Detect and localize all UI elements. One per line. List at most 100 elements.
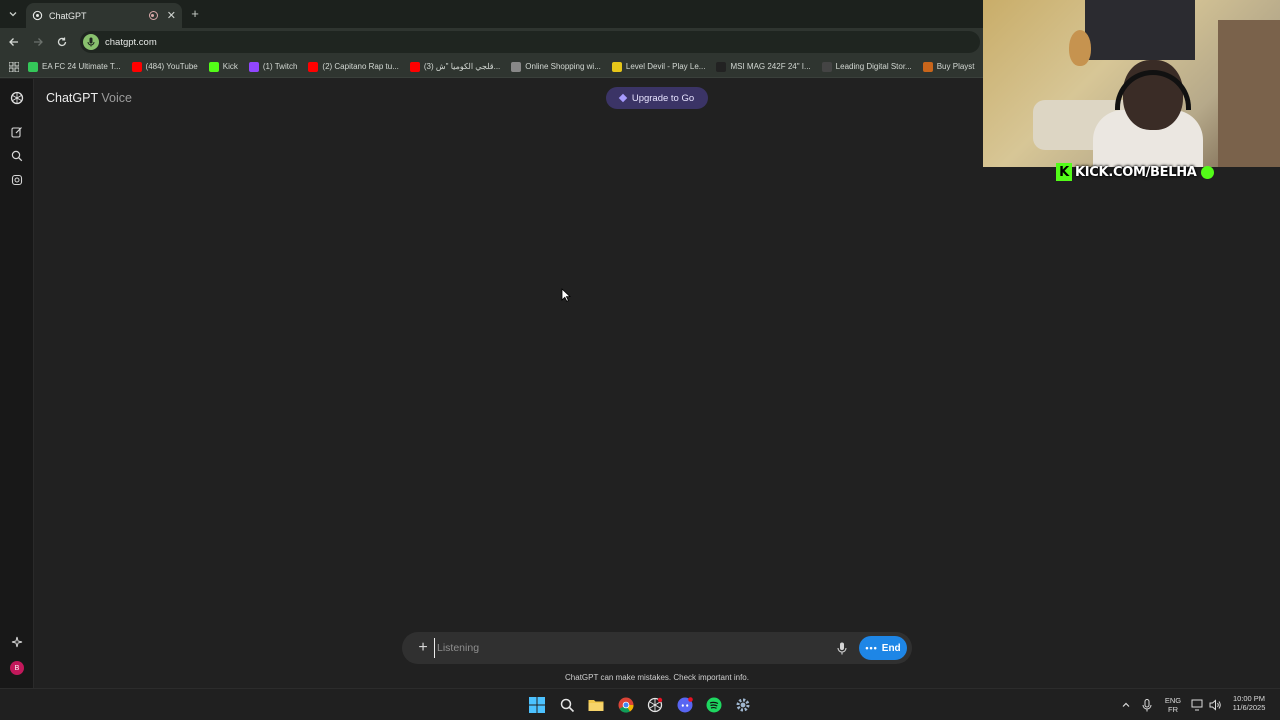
bookmark-item[interactable]: Level Devil - Play Le... [611,61,706,72]
composer: + ••• End [402,632,912,664]
tray-microphone-button[interactable] [1138,696,1156,714]
start-button[interactable] [528,696,546,714]
apps-button[interactable] [0,61,28,72]
microphone-icon [837,642,847,654]
shopping-bag-icon [922,61,933,72]
microphone-button[interactable] [834,640,850,656]
message-input[interactable] [434,638,814,658]
bookmark-item[interactable]: (1) Twitch [248,61,298,72]
webcam-door [1218,20,1280,167]
chrome-button[interactable] [617,696,635,714]
settings-button[interactable] [734,696,752,714]
keyboard-layout: FR [1168,705,1178,714]
chatgpt-app-button[interactable] [646,696,664,714]
address-bar[interactable]: chatgpt.com [80,31,980,53]
ellipsis-icon: ••• [865,643,878,653]
reload-icon [57,37,67,47]
openai-icon [32,10,43,21]
sparkle-icon[interactable] [9,634,25,650]
bookmark-label: EA FC 24 Ultimate T... [42,62,121,71]
language-code: ENG [1164,696,1182,705]
tray-overflow-button[interactable] [1117,696,1135,714]
bookmark-label: (1) Twitch [262,62,298,71]
bookmark-label: Kick [222,62,238,71]
bookmark-item[interactable]: EA FC 24 Ultimate T... [28,61,121,72]
youtube-icon [409,61,420,72]
chrome-icon [618,697,634,713]
search-icon [560,698,574,712]
reload-button[interactable] [54,34,70,50]
openai-icon [647,697,663,713]
webcam-shelf [1085,0,1195,60]
bookmark-item[interactable]: Kick [208,61,238,72]
spotify-icon [706,697,722,713]
twitch-icon [248,61,259,72]
microphone-active-icon[interactable] [83,34,99,50]
page-title[interactable]: ChatGPT Voice [46,91,132,105]
recording-indicator-icon [148,11,158,20]
ea-icon [28,61,38,72]
new-chat-icon[interactable] [9,124,25,140]
library-icon[interactable] [9,172,25,188]
volume-button[interactable] [1206,696,1224,714]
bookmark-item[interactable]: Leading Digital Stor... [821,61,912,72]
tab-close-icon[interactable]: ✕ [167,9,176,22]
avatar[interactable]: B [10,661,24,675]
verified-badge-icon [1200,165,1214,179]
bookmark-label: Leading Digital Stor... [835,62,912,71]
upgrade-label: Upgrade to Go [631,92,695,104]
search-icon[interactable] [9,148,25,164]
globe-icon [511,61,522,72]
kick-channel-banner: K KICK.COM/BELHA [1056,160,1226,184]
bookmark-label: Online Shopping wi... [525,62,601,71]
tab-search-button[interactable] [4,5,22,23]
bookmark-label: Buy Playst [936,62,975,71]
network-icon [1191,699,1203,711]
disclaimer-text: ChatGPT can make mistakes. Check importa… [565,673,749,682]
chevron-up-icon [1122,702,1130,707]
taskbar: ENG FR 10:00 PM 11/6/2025 [0,688,1280,720]
openai-logo-icon[interactable] [9,90,25,106]
bookmark-label: (2) Capitano Rap tu... [322,62,399,71]
arrow-left-icon [9,38,18,46]
forward-button[interactable] [30,34,46,50]
discord-button[interactable] [676,696,694,714]
youtube-icon [131,61,142,72]
network-button[interactable] [1189,696,1207,714]
app-mode: Voice [101,91,132,105]
gear-icon [736,698,750,712]
tab-title: ChatGPT [49,10,87,21]
language-indicator[interactable]: ENG FR [1162,696,1184,714]
taskbar-search-button[interactable] [558,696,576,714]
kick-channel-text: KICK.COM/BELHA [1075,164,1197,180]
arrow-right-icon [34,38,43,46]
upgrade-button[interactable]: Upgrade to Go [606,87,708,109]
kick-logo-icon: K [1056,163,1072,181]
store-icon [821,61,832,72]
bookmark-label: (484) YouTube [145,62,198,71]
clock-date: 11/6/2025 [1232,703,1266,712]
clock[interactable]: 10:00 PM 11/6/2025 [1226,694,1272,712]
spotify-button[interactable] [705,696,723,714]
discord-icon [677,697,693,713]
youtube-icon [308,61,319,72]
bookmark-item[interactable]: (484) YouTube [131,61,198,72]
tab-chatgpt[interactable]: ChatGPT ✕ [26,3,182,28]
new-tab-button[interactable]: + [188,5,202,21]
file-explorer-button[interactable] [587,696,605,714]
bookmark-item[interactable]: (2) Capitano Rap tu... [308,61,399,72]
bookmark-item[interactable]: Buy Playst [922,61,975,72]
bookmark-item[interactable]: MSI MAG 242F 24" I... [716,61,811,72]
microphone-icon [1142,698,1152,711]
webcam-overlay [983,0,1280,167]
msi-icon [716,61,727,72]
end-voice-button[interactable]: ••• End [859,636,907,660]
bookmark-item[interactable]: Online Shopping wi... [511,61,601,72]
bookmark-label: Level Devil - Play Le... [625,62,706,71]
sparkle-icon [618,93,628,103]
bookmark-item[interactable]: (3) قلجي الكوميا "ش... [409,61,500,72]
back-button[interactable] [6,34,22,50]
level-devil-icon [611,61,622,72]
add-attachment-button[interactable]: + [414,639,432,657]
end-label: End [881,642,901,654]
